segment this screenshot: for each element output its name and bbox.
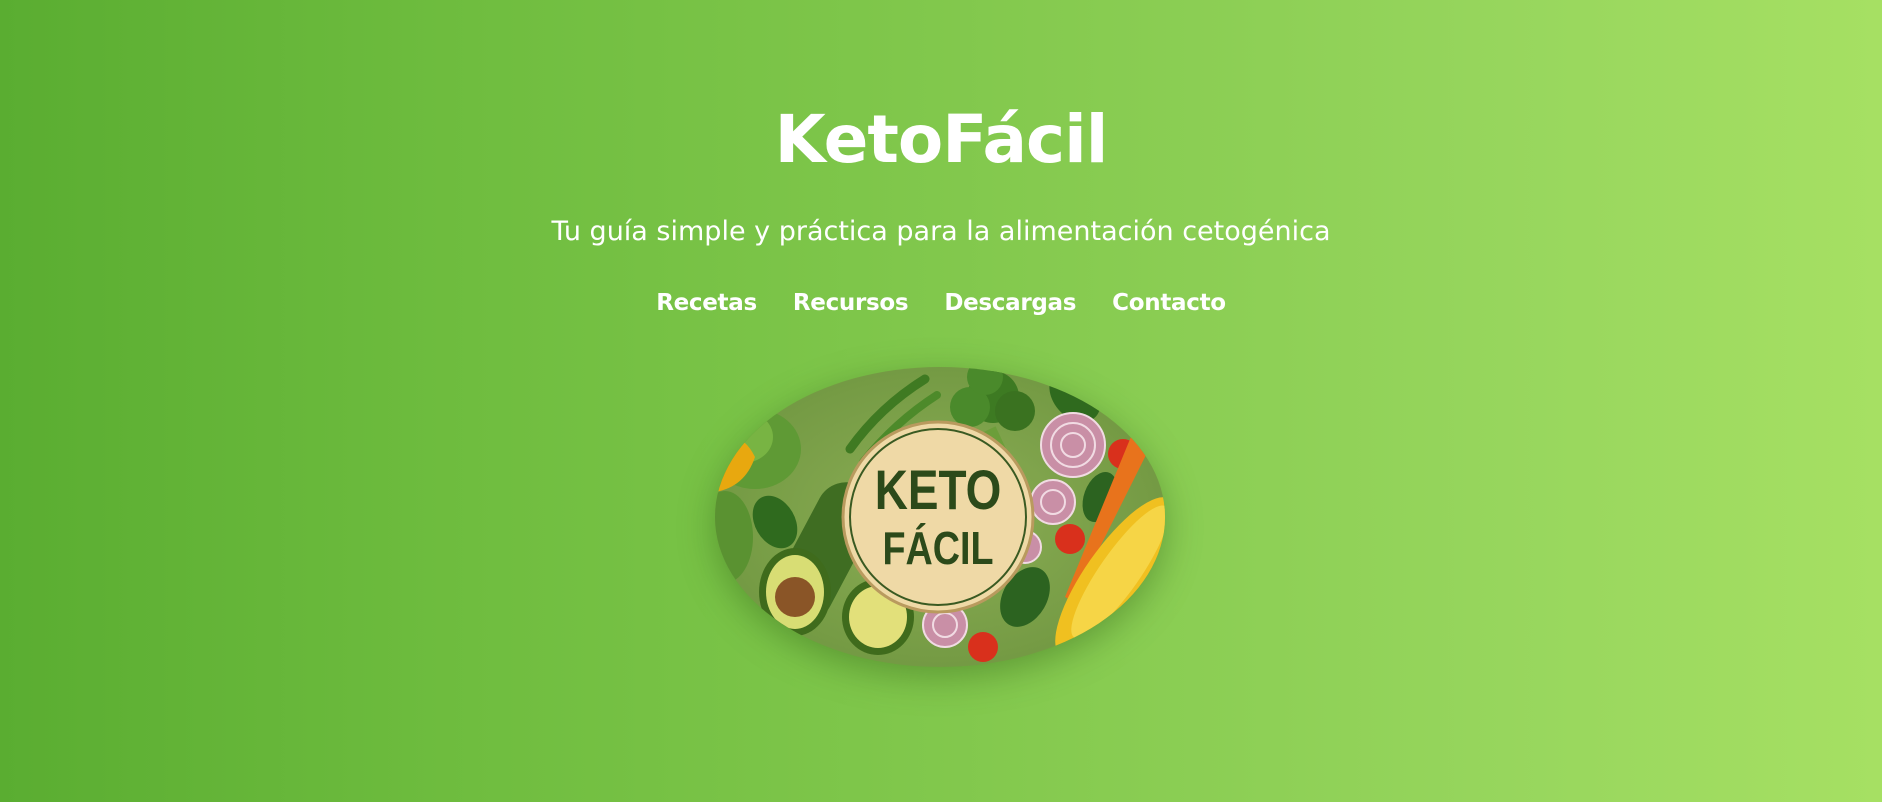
main-nav: Recetas Recursos Descargas Contacto [0, 285, 1882, 321]
hero-header: KetoFácil Tu guía simple y práctica para… [0, 0, 1882, 802]
logo-text-line1: KETO [875, 459, 1002, 521]
nav-link-recetas[interactable]: Recetas [656, 285, 757, 321]
site-title[interactable]: KetoFácil [0, 96, 1882, 184]
nav-link-descargas[interactable]: Descargas [944, 285, 1076, 321]
logo-text-line2: FÁCIL [883, 522, 994, 573]
site-tagline: Tu guía simple y práctica para la alimen… [551, 216, 1331, 247]
keto-logo-illustration: KETO FÁCIL [715, 367, 1165, 667]
keto-logo-image: KETO FÁCIL [715, 367, 1165, 667]
nav-link-recursos[interactable]: Recursos [793, 285, 909, 321]
nav-link-contacto[interactable]: Contacto [1112, 285, 1226, 321]
